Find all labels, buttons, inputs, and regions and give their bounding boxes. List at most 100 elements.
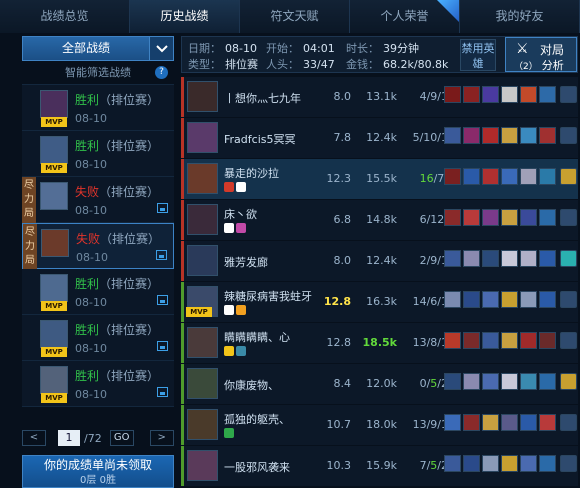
item-icon[interactable] [539,373,556,390]
player-name[interactable]: 瞒瞒瞒瞒、心 [224,329,290,345]
item-icon[interactable] [444,414,461,431]
item-icon[interactable] [539,86,556,103]
player-row[interactable]: Fradfcis5冥冥 7.8 12.4k 5/10/13 [181,118,578,158]
item-icon[interactable] [482,291,499,308]
all-matches-dropdown[interactable]: 全部战绩 [22,36,174,61]
item-icon[interactable] [444,127,461,144]
match-item[interactable]: MVP 胜利（排位赛） 08-10 [22,361,174,407]
item-icon[interactable] [444,168,461,185]
trinket-item-icon[interactable] [560,373,577,390]
trinket-item-icon[interactable] [560,168,577,185]
claim-report-button[interactable]: 你的成绩单尚未领取 0层 0胜 [22,455,174,488]
item-icon[interactable] [501,332,518,349]
match-analysis-button[interactable]: ⚔ 对局 （2） 分析 [505,37,577,72]
item-icon[interactable] [520,168,537,185]
item-icon[interactable] [444,250,461,267]
go-button[interactable]: GO [109,430,134,446]
help-icon[interactable]: ? [155,66,168,79]
item-icon[interactable] [501,86,518,103]
item-icon[interactable] [463,373,480,390]
item-icon[interactable] [444,86,461,103]
match-item[interactable]: MVP 胜利（排位赛） 08-10 [22,85,174,131]
item-icon[interactable] [482,127,499,144]
item-icon[interactable] [520,127,537,144]
player-name[interactable]: 辣糖尿病害我蛀牙 [224,288,312,304]
item-icon[interactable] [463,209,480,226]
item-icon[interactable] [463,291,480,308]
banned-champions-button[interactable]: 禁用英雄 [460,39,496,71]
item-icon[interactable] [520,291,537,308]
item-icon[interactable] [520,250,537,267]
item-icon[interactable] [482,209,499,226]
player-row[interactable]: MVP 辣糖尿病害我蛀牙 12.8 16.3k 14/6/10 [181,282,578,322]
tab-4[interactable]: 我的好友 [460,0,580,33]
item-icon[interactable] [463,168,480,185]
item-icon[interactable] [520,332,537,349]
smart-filter-button[interactable]: 智能筛选战绩 ? [22,61,174,85]
match-item[interactable]: MVP 胜利（排位赛） 08-10 [22,131,174,177]
screenshot-icon[interactable] [156,250,167,260]
item-icon[interactable] [501,414,518,431]
item-icon[interactable] [539,414,556,431]
next-page-button[interactable]: > [149,430,174,446]
item-icon[interactable] [482,250,499,267]
item-icon[interactable] [482,86,499,103]
chevron-down-icon[interactable] [149,37,173,60]
item-icon[interactable] [482,332,499,349]
item-icon[interactable] [520,209,537,226]
item-icon[interactable] [482,168,499,185]
trinket-item-icon[interactable] [560,455,577,472]
item-icon[interactable] [444,209,461,226]
item-icon[interactable] [501,291,518,308]
player-name[interactable]: 孤独的躯壳、 [224,411,290,427]
player-name[interactable]: 丨想你灬七九年 [224,90,301,106]
item-icon[interactable] [539,291,556,308]
player-row[interactable]: 床丶欲 6.8 14.8k 6/12/6 [181,200,578,240]
item-icon[interactable] [482,414,499,431]
player-name[interactable]: 暴走的沙拉 [224,165,279,181]
item-icon[interactable] [444,455,461,472]
player-row[interactable]: 瞒瞒瞒瞒、心 12.8 18.5k 13/8/18 [181,323,578,363]
item-icon[interactable] [463,332,480,349]
item-icon[interactable] [539,332,556,349]
player-name[interactable]: 床丶欲 [224,206,257,222]
item-icon[interactable] [501,373,518,390]
trinket-item-icon[interactable] [560,332,577,349]
page-number-input[interactable]: 1 [58,430,80,446]
item-icon[interactable] [482,373,499,390]
item-icon[interactable] [501,127,518,144]
item-icon[interactable] [463,127,480,144]
player-row[interactable]: 暴走的沙拉12.315.5k16/7/8 [181,159,578,199]
trinket-item-icon[interactable] [560,250,577,267]
match-item[interactable]: 尽力局 失败（排位赛） 08-10 [22,223,174,270]
trinket-item-icon[interactable] [560,414,577,431]
player-name[interactable]: Fradfcis5冥冥 [224,131,295,147]
match-item[interactable]: MVP 胜利（排位赛） 08-10 [22,269,174,315]
item-icon[interactable] [501,455,518,472]
match-item[interactable]: 尽力局 失败（排位赛） 08-10 [22,177,174,223]
item-icon[interactable] [463,86,480,103]
item-icon[interactable] [501,250,518,267]
screenshot-icon[interactable] [157,203,168,213]
trinket-item-icon[interactable] [560,86,577,103]
screenshot-icon[interactable] [157,387,168,397]
item-icon[interactable] [501,168,518,185]
player-name[interactable]: 你康废物、 [224,377,279,393]
item-icon[interactable] [539,168,556,185]
item-icon[interactable] [444,332,461,349]
item-icon[interactable] [463,250,480,267]
player-row[interactable]: 你康废物、8.412.0k0/5/23 [181,364,578,404]
player-name[interactable]: 一股邪风袭来 [224,459,290,475]
item-icon[interactable] [463,414,480,431]
item-icon[interactable] [539,250,556,267]
item-icon[interactable] [520,86,537,103]
tab-1[interactable]: 历史战绩 [130,0,240,33]
tab-3[interactable]: 个人荣誉 NEW [350,0,460,33]
player-row[interactable]: 雅芳发廊 8.0 12.4k 2/9/12 [181,241,578,281]
tab-0[interactable]: 战绩总览 [0,0,130,33]
player-row[interactable]: 孤独的躯壳、 10.7 18.0k 13/9/17 [181,405,578,445]
screenshot-icon[interactable] [157,341,168,351]
item-icon[interactable] [463,455,480,472]
trinket-item-icon[interactable] [560,127,577,144]
item-icon[interactable] [444,373,461,390]
